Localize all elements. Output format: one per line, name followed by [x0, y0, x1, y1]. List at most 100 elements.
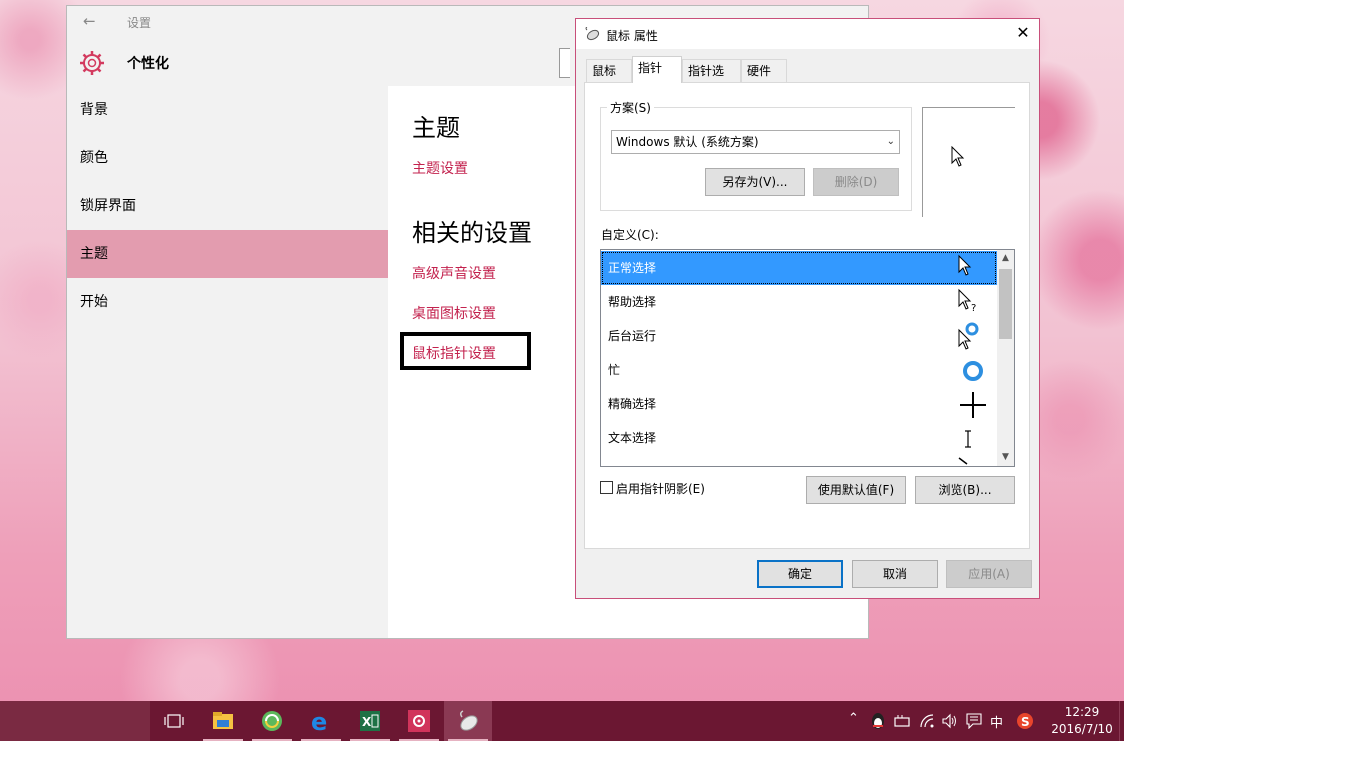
tab-buttons[interactable]: 鼠标键 [586, 59, 632, 100]
browse-button[interactable]: 浏览(B)... [915, 476, 1015, 504]
running-indicator [252, 739, 292, 741]
sogou-input-icon[interactable]: S [1016, 712, 1034, 730]
list-item[interactable]: 忙 [601, 353, 997, 387]
scrollbar-thumb[interactable] [999, 269, 1012, 339]
scheme-value: Windows 默认 (系统方案) [616, 135, 759, 149]
clock-time: 12:29 [1064, 705, 1100, 719]
running-indicator [203, 739, 243, 741]
sidebar-item-themes[interactable]: 主题 [67, 230, 388, 278]
running-indicator [448, 739, 488, 741]
scheme-label: 方案(S) [607, 99, 654, 116]
taskbar-settings[interactable] [395, 701, 443, 741]
list-item-label: 忙 [608, 363, 621, 377]
list-item[interactable]: 精确选择 [601, 387, 997, 421]
taskbar-file-explorer[interactable] [199, 701, 247, 741]
sidebar-item-colors[interactable]: 颜色 [67, 134, 388, 182]
close-icon[interactable]: ✕ [1013, 23, 1033, 42]
theme-settings-link[interactable]: 主题设置 [412, 158, 468, 178]
section-heading-related: 相关的设置 [412, 219, 532, 247]
svg-text:?: ? [971, 303, 976, 314]
advanced-sound-settings-link[interactable]: 高级声音设置 [412, 263, 496, 283]
mouse-icon [459, 710, 478, 731]
chevron-down-icon: ⌄ [886, 136, 895, 147]
running-indicator [350, 739, 390, 741]
list-item-label: 帮助选择 [608, 295, 657, 309]
taskbar-clock[interactable]: 12:29 2016/7/10 [1048, 704, 1116, 738]
desktop-icon-settings-link[interactable]: 桌面图标设置 [412, 303, 496, 323]
running-indicator [399, 739, 439, 741]
chevron-up-icon[interactable]: ⌃ [848, 711, 859, 726]
list-item[interactable]: 后台运行 [601, 319, 997, 353]
sidebar-item-lock-screen[interactable]: 锁屏界面 [67, 182, 388, 230]
pen-cursor-icon [958, 457, 968, 465]
list-item-label: 精确选择 [608, 397, 657, 411]
wifi-icon[interactable] [919, 713, 935, 729]
dialog-titlebar[interactable]: 鼠标 属性 ✕ [576, 19, 1039, 49]
arrow-cursor-icon [951, 146, 965, 167]
cursor-list[interactable]: 正常选择 帮助选择 ? 后台运行 忙 精确选择 文本选择 ▲ ▼ [600, 249, 1015, 467]
list-item[interactable]: 正常选择 [601, 251, 997, 285]
back-arrow-icon[interactable]: ← [83, 12, 96, 30]
text-beam-cursor-icon [965, 430, 971, 448]
save-as-button[interactable]: 另存为(V)... [705, 168, 805, 196]
section-heading-theme: 主题 [412, 114, 460, 142]
start-search-area[interactable] [0, 701, 150, 741]
ok-button[interactable]: 确定 [757, 560, 843, 588]
tab-pointer-options[interactable]: 指针选项 [682, 59, 741, 100]
taskbar-edge[interactable]: e [297, 701, 345, 741]
pointers-tab-panel: 方案(S) Windows 默认 (系统方案) ⌄ 另存为(V)... 删除(D… [584, 82, 1030, 549]
use-default-button[interactable]: 使用默认值(F) [806, 476, 906, 504]
sidebar-item-background[interactable]: 背景 [67, 86, 388, 134]
dialog-title: 鼠标 属性 [606, 29, 658, 43]
list-item[interactable]: 帮助选择 ? [601, 285, 997, 319]
folder-icon [213, 712, 233, 729]
customize-label: 自定义(C): [601, 228, 659, 242]
excel-icon: X [360, 711, 380, 731]
list-scrollbar[interactable]: ▲ ▼ [997, 250, 1014, 466]
enable-pointer-shadow-checkbox[interactable] [600, 481, 613, 494]
crosshair-cursor-icon [960, 392, 986, 418]
search-box[interactable] [559, 48, 570, 78]
sidebar-item-start[interactable]: 开始 [67, 278, 388, 326]
task-view-button[interactable] [150, 701, 198, 741]
running-indicator [301, 739, 341, 741]
arrow-cursor-icon [958, 254, 972, 276]
settings-sidebar: 背景 颜色 锁屏界面 主题 开始 [67, 86, 388, 638]
qq-penguin-icon[interactable] [870, 712, 886, 730]
list-item[interactable]: 文本选择 [601, 421, 997, 455]
delete-button[interactable]: 删除(D) [813, 168, 899, 196]
enable-pointer-shadow-label: 启用指针阴影(E) [616, 482, 705, 496]
tab-hardware[interactable]: 硬件 [741, 59, 787, 82]
gear-icon [80, 51, 104, 75]
highlight-box [400, 332, 531, 370]
list-item-label: 正常选择 [608, 261, 657, 275]
scroll-up-icon[interactable]: ▲ [997, 250, 1014, 267]
page-title: 个性化 [127, 56, 169, 72]
task-view-icon [164, 714, 184, 728]
list-item-label: 后台运行 [608, 329, 657, 343]
network-adapter-icon[interactable] [894, 714, 910, 728]
edge-icon: e [311, 709, 327, 733]
taskbar-excel[interactable]: X [346, 701, 394, 741]
scheme-dropdown[interactable]: Windows 默认 (系统方案) ⌄ [611, 130, 900, 154]
action-center-icon[interactable] [966, 713, 982, 729]
svg-text:S: S [1021, 715, 1030, 729]
mouse-icon [585, 27, 600, 41]
settings-window-title: 设置 [127, 16, 152, 30]
show-desktop-button[interactable] [1119, 701, 1125, 741]
volume-icon[interactable] [941, 713, 957, 729]
apply-button[interactable]: 应用(A) [946, 560, 1032, 588]
working-in-background-cursor-icon [958, 322, 979, 350]
taskbar: e X ⌃ 中 S 12:29 2016/7/10 [0, 701, 1124, 741]
taskbar-browser-360[interactable] [248, 701, 296, 741]
tab-pointers[interactable]: 指针 [632, 56, 682, 83]
list-item-label: 文本选择 [608, 431, 657, 445]
scroll-down-icon[interactable]: ▼ [997, 449, 1014, 466]
ime-indicator[interactable]: 中 [990, 712, 1003, 731]
svg-text:X: X [362, 715, 372, 729]
clock-date: 2016/7/10 [1051, 722, 1113, 736]
settings-gear-icon [408, 710, 430, 732]
cancel-button[interactable]: 取消 [852, 560, 938, 588]
mouse-properties-dialog: 鼠标 属性 ✕ 鼠标键 指针 指针选项 硬件 方案(S) Windows 默认 … [575, 18, 1040, 599]
taskbar-mouse-properties[interactable] [444, 701, 492, 741]
